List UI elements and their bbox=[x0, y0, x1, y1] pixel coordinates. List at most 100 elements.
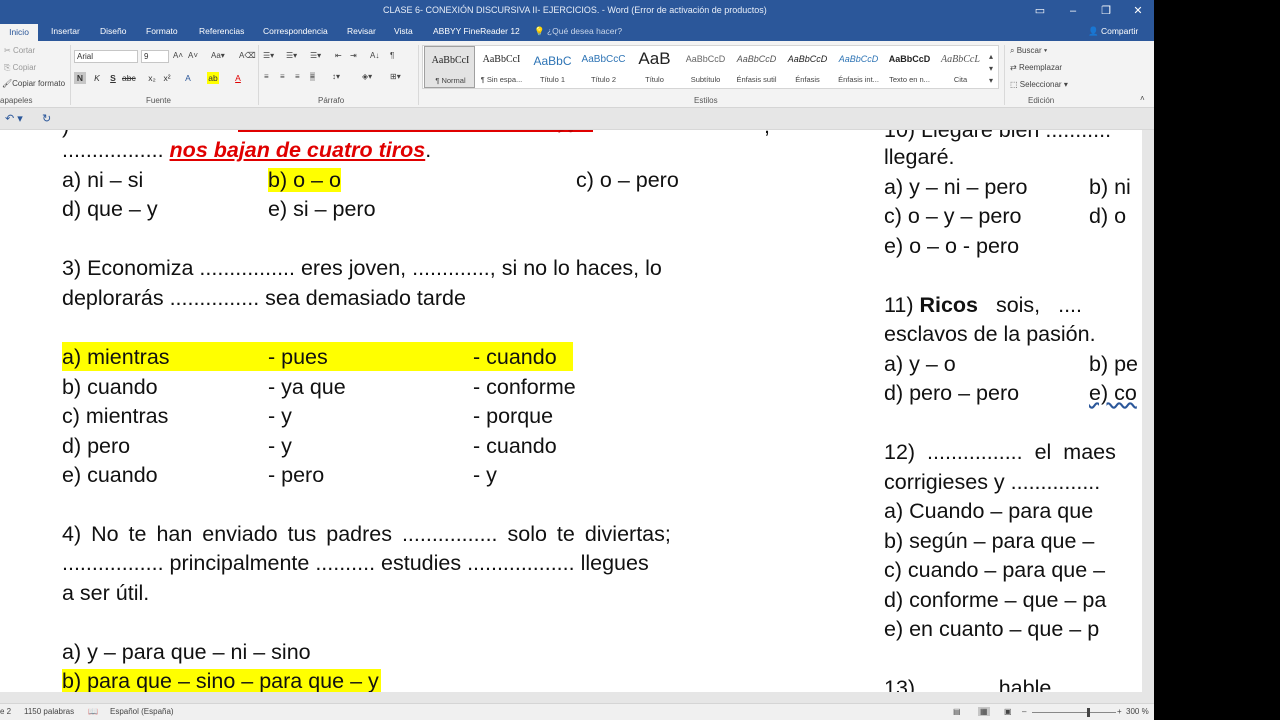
styles-scroll-up-icon[interactable]: ▴ bbox=[989, 52, 993, 61]
style-title[interactable]: AaB Título bbox=[629, 46, 680, 88]
redo-icon[interactable]: ↻ bbox=[42, 112, 51, 125]
justify-icon[interactable]: ≡ bbox=[310, 72, 315, 81]
replace-button[interactable]: ⇄ Reemplazar bbox=[1010, 63, 1062, 72]
select-button[interactable]: ⬚ Seleccionar ▾ bbox=[1010, 80, 1068, 89]
tab-abbyy[interactable]: ABBYY FineReader 12 bbox=[433, 26, 520, 36]
underline-icon[interactable]: S bbox=[107, 72, 119, 84]
tab-insertar[interactable]: Insertar bbox=[51, 26, 80, 36]
q11-bold-word: Ricos bbox=[919, 293, 979, 317]
zoom-level[interactable]: 300 % bbox=[1126, 707, 1149, 716]
vertical-scrollbar[interactable] bbox=[1142, 130, 1154, 692]
style-subtle-emphasis[interactable]: AaBbCcD Énfasis sutil bbox=[731, 46, 782, 88]
zoom-out-icon[interactable]: – bbox=[1022, 707, 1026, 716]
clear-format-icon[interactable]: A⌫ bbox=[239, 51, 256, 60]
style-intense-emphasis[interactable]: AaBbCcD Énfasis int... bbox=[833, 46, 884, 88]
decrease-indent-icon[interactable]: ⇤ bbox=[335, 51, 342, 60]
q4-option-b-highlighted: b) para que – sino – para que – y bbox=[62, 669, 381, 692]
option-a: a) ni – si bbox=[62, 168, 144, 192]
q3-row-d-col2: - y bbox=[268, 434, 292, 458]
page-indicator[interactable]: e 2 bbox=[0, 707, 11, 716]
word-count[interactable]: 1150 palabras bbox=[24, 707, 74, 716]
outside-area bbox=[1154, 0, 1280, 720]
print-layout-icon[interactable]: ▦ bbox=[978, 707, 990, 716]
subscript-icon[interactable]: x₂ bbox=[146, 72, 158, 84]
document-canvas[interactable]: ) , ➤● ................. nos bajan de cu… bbox=[0, 130, 1142, 692]
minimize-icon[interactable]: – bbox=[1065, 3, 1081, 19]
tab-inicio[interactable]: Inicio bbox=[0, 24, 38, 41]
sort-icon[interactable]: A↓ bbox=[370, 51, 379, 60]
tab-vista[interactable]: Vista bbox=[394, 26, 413, 36]
zoom-slider[interactable] bbox=[1032, 712, 1116, 713]
copy-button[interactable]: ⎘ Copiar bbox=[4, 63, 36, 73]
style-sample: AaBbCcD bbox=[838, 54, 879, 64]
strikethrough-icon[interactable]: abc bbox=[122, 72, 136, 84]
styles-more-icon[interactable]: ▾ bbox=[989, 76, 993, 85]
share-button[interactable]: 👤 Compartir bbox=[1088, 26, 1138, 37]
grow-font-icon[interactable]: A˄ bbox=[173, 51, 183, 60]
restore-icon[interactable]: ❐ bbox=[1098, 3, 1114, 19]
web-layout-icon[interactable]: ▣ bbox=[1004, 707, 1012, 716]
numbering-icon[interactable]: ☰▾ bbox=[286, 51, 297, 60]
q11-option-d: d) pero – pero bbox=[884, 381, 1020, 405]
style-normal[interactable]: AaBbCcI ¶ Normal bbox=[424, 46, 475, 88]
format-painter-button[interactable]: 🖌Copiar formato bbox=[2, 79, 65, 88]
font-size-dropdown[interactable]: 9 bbox=[141, 50, 169, 63]
shading-icon[interactable]: ◈▾ bbox=[362, 72, 372, 81]
style-heading-2[interactable]: AaBbCcC Título 2 bbox=[578, 46, 629, 88]
tab-correspondencia[interactable]: Correspondencia bbox=[263, 26, 328, 36]
q12-line1: 12) ................ el maes bbox=[884, 440, 1116, 464]
q4-option-a: a) y – para que – ni – sino bbox=[62, 640, 311, 664]
tab-formato[interactable]: Formato bbox=[146, 26, 178, 36]
zoom-in-icon[interactable]: + bbox=[1117, 707, 1122, 716]
tab-referencias[interactable]: Referencias bbox=[199, 26, 244, 36]
cut-button[interactable]: ✂ Cortar bbox=[4, 46, 35, 55]
bold-icon[interactable]: N bbox=[74, 72, 86, 84]
styles-scroll-down-icon[interactable]: ▾ bbox=[989, 64, 993, 73]
style-subtitle[interactable]: AaBbCcD Subtítulo bbox=[680, 46, 731, 88]
font-name-dropdown[interactable]: Arial bbox=[74, 50, 138, 63]
increase-indent-icon[interactable]: ⇥ bbox=[350, 51, 357, 60]
tab-diseno[interactable]: Diseño bbox=[100, 26, 126, 36]
align-center-icon[interactable]: ≡ bbox=[280, 72, 285, 81]
undo-icon[interactable]: ↶ ▾ bbox=[5, 112, 23, 125]
superscript-icon[interactable]: x² bbox=[161, 72, 173, 84]
cut-off-text: , bbox=[764, 130, 770, 139]
font-color-icon[interactable]: A bbox=[232, 72, 244, 84]
ribbon-display-icon[interactable]: ▭ bbox=[1032, 3, 1048, 19]
shrink-font-icon[interactable]: A˅ bbox=[188, 51, 198, 60]
q11-option-b: b) pe bbox=[1089, 352, 1139, 376]
find-button[interactable]: ⌕ Buscar ▾ bbox=[1010, 46, 1047, 56]
person-icon: 👤 bbox=[1088, 26, 1101, 36]
align-left-icon[interactable]: ≡ bbox=[264, 72, 269, 81]
proofing-icon[interactable]: 📖 bbox=[88, 707, 98, 716]
bullets-icon[interactable]: ☰▾ bbox=[263, 51, 274, 60]
show-marks-icon[interactable]: ¶ bbox=[390, 51, 394, 60]
style-sample: AaBbCcD bbox=[787, 54, 828, 64]
borders-icon[interactable]: ⊞▾ bbox=[390, 72, 401, 81]
style-heading-1[interactable]: AaBbC Título 1 bbox=[527, 46, 578, 88]
change-case-icon[interactable]: Aa▾ bbox=[211, 51, 225, 60]
read-mode-icon[interactable]: ▤ bbox=[953, 707, 961, 716]
line-spacing-icon[interactable]: ↕▾ bbox=[332, 72, 340, 81]
multilevel-list-icon[interactable]: ☰▾ bbox=[310, 51, 321, 60]
style-emphasis[interactable]: AaBbCcD Énfasis bbox=[782, 46, 833, 88]
window-title: CLASE 6- CONEXIÓN DISCURSIVA II- EJERCIC… bbox=[383, 5, 767, 15]
style-sample: AaB bbox=[638, 49, 671, 68]
close-icon[interactable]: ✕ bbox=[1130, 3, 1146, 19]
option-e: e) si – pero bbox=[268, 197, 376, 221]
align-right-icon[interactable]: ≡ bbox=[295, 72, 300, 81]
tell-me-search[interactable]: 💡 ¿Qué desea hacer? bbox=[534, 26, 622, 37]
highlight-icon[interactable]: ab bbox=[207, 72, 219, 84]
tab-revisar[interactable]: Revisar bbox=[347, 26, 376, 36]
style-quote[interactable]: AaBbCcL Cita bbox=[935, 46, 986, 88]
style-no-spacing[interactable]: AaBbCcI ¶ Sin espa... bbox=[476, 46, 527, 88]
q10-option-a: a) y – ni – pero bbox=[884, 175, 1028, 199]
question-4-line2: ................. principalmente .......… bbox=[62, 551, 649, 575]
text-effects-icon[interactable]: A bbox=[182, 72, 194, 84]
language-indicator[interactable]: Español (España) bbox=[110, 707, 174, 716]
zoom-slider-thumb[interactable] bbox=[1087, 708, 1090, 717]
red-answer: nos bajan de cuatro tiros bbox=[169, 138, 426, 162]
italic-icon[interactable]: K bbox=[91, 72, 103, 84]
style-strong[interactable]: AaBbCcD Texto en n... bbox=[884, 46, 935, 88]
collapse-ribbon-icon[interactable]: ˄ bbox=[1140, 94, 1145, 103]
